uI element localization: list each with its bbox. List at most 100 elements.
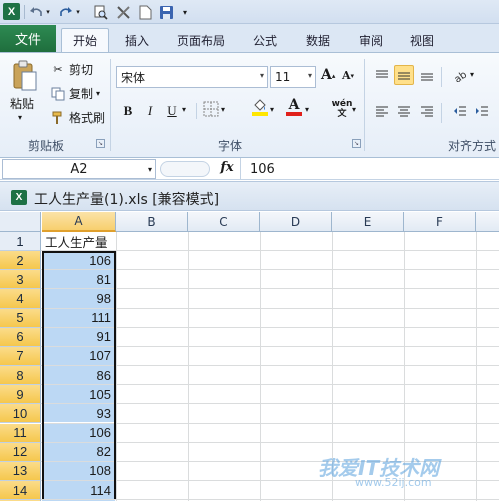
tab-formulas[interactable]: 公式 <box>243 28 287 52</box>
bold-button[interactable]: B <box>118 101 138 121</box>
align-center-icon[interactable] <box>394 101 414 121</box>
excel-logo-icon[interactable]: X <box>3 3 20 20</box>
font-color-swatch <box>286 112 302 116</box>
fill-color-dropdown-icon[interactable]: ▾ <box>270 105 274 114</box>
borders-button[interactable] <box>203 101 219 117</box>
cut-button[interactable]: ✂ 剪切 <box>50 61 93 78</box>
row-header-4[interactable]: 4 <box>0 289 41 309</box>
font-color-button[interactable]: A <box>286 98 302 116</box>
fill-color-swatch <box>252 112 268 116</box>
paste-button[interactable]: 粘贴 <box>10 95 34 112</box>
formula-input[interactable]: 106 <box>240 158 499 180</box>
orientation-dropdown-icon[interactable]: ▾ <box>470 70 474 79</box>
name-box[interactable]: A2 ▾ <box>2 159 156 179</box>
formula-bar: A2 ▾ fx 106 <box>0 158 499 180</box>
underline-dropdown-icon[interactable]: ▾ <box>182 105 186 114</box>
grow-font-button[interactable]: A ▴ <box>321 67 335 83</box>
row-header-12[interactable]: 12 <box>0 442 41 462</box>
tab-data[interactable]: 数据 <box>296 28 340 52</box>
paste-dropdown-icon[interactable]: ▾ <box>18 113 22 122</box>
header-cell-a1[interactable]: 工人生产量 <box>42 232 115 250</box>
column-header-d[interactable]: D <box>260 212 332 232</box>
select-all-corner[interactable] <box>0 212 41 232</box>
clipboard-launcher-icon[interactable]: ↘ <box>96 139 105 148</box>
tab-view[interactable]: 视图 <box>402 28 442 52</box>
qat-separator <box>24 5 25 19</box>
column-header-e[interactable]: E <box>332 212 404 232</box>
workbook-title-bar: X 工人生产量(1).xls [兼容模式] <box>0 181 499 211</box>
phonetic-guide-button[interactable]: wén 文 <box>330 99 354 119</box>
shrink-font-button[interactable]: A ▾ <box>342 69 354 82</box>
column-header-g[interactable] <box>476 212 499 232</box>
insert-function-icon[interactable]: fx <box>218 160 236 178</box>
new-document-icon[interactable] <box>137 3 153 21</box>
font-color-dropdown-icon[interactable]: ▾ <box>305 105 309 114</box>
align-separator <box>441 67 442 87</box>
format-painter-label: 格式刷 <box>69 111 106 125</box>
align-middle-icon[interactable] <box>394 65 414 85</box>
column-header-b[interactable]: B <box>116 212 188 232</box>
ribbon-home: 粘贴 ▾ ✂ 剪切 复制 ▾ 格式刷 剪贴板 ↘ 宋体 ▾ 11 ▾ A ▴ A ▾… <box>0 52 499 158</box>
column-header-a[interactable]: A <box>42 212 116 232</box>
copy-icon <box>50 86 66 102</box>
borders-dropdown-icon[interactable]: ▾ <box>221 105 225 114</box>
workbook-excel-icon[interactable]: X <box>11 190 27 205</box>
row-header-10[interactable]: 10 <box>0 404 41 424</box>
decrease-indent-icon[interactable] <box>450 101 470 121</box>
increase-indent-icon[interactable] <box>472 101 492 121</box>
align-left-icon[interactable] <box>372 101 392 121</box>
tab-page-layout[interactable]: 页面布局 <box>168 28 234 52</box>
customize-tools-icon[interactable] <box>115 3 131 21</box>
print-preview-icon[interactable] <box>92 3 108 21</box>
qat-customize-dropdown-icon[interactable]: ▾ <box>180 3 190 21</box>
redo-icon[interactable] <box>58 3 74 21</box>
font-size-value: 11 <box>275 70 291 84</box>
align-right-icon[interactable] <box>417 101 437 121</box>
scissors-icon: ✂ <box>53 63 63 76</box>
copy-button[interactable]: 复制 ▾ <box>50 85 100 102</box>
orientation-icon[interactable]: ab <box>450 65 470 85</box>
font-launcher-icon[interactable]: ↘ <box>352 139 361 148</box>
phonetic-dropdown-icon[interactable]: ▾ <box>352 105 356 114</box>
undo-dropdown-icon[interactable]: ▾ <box>44 3 52 21</box>
row-header-14[interactable]: 14 <box>0 480 41 501</box>
alignment-group-label: 对齐方式 <box>448 139 497 153</box>
paste-icon[interactable] <box>10 59 40 93</box>
row-header-3[interactable]: 3 <box>0 270 41 290</box>
copy-dropdown-icon[interactable]: ▾ <box>96 89 100 98</box>
group-separator <box>110 59 111 151</box>
italic-button[interactable]: I <box>140 101 160 121</box>
row-header-11[interactable]: 11 <box>0 423 41 443</box>
row-header-1[interactable]: 1 <box>0 232 41 252</box>
font-size-dropdown-icon[interactable]: ▾ <box>308 71 312 80</box>
align-bottom-icon[interactable] <box>417 65 437 85</box>
font-size-combo[interactable]: 11 ▾ <box>270 66 316 88</box>
tab-review[interactable]: 审阅 <box>349 28 393 52</box>
row-header-8[interactable]: 8 <box>0 366 41 386</box>
font-name-combo[interactable]: 宋体 ▾ <box>116 66 268 88</box>
column-header-c[interactable]: C <box>188 212 260 232</box>
font-name-dropdown-icon[interactable]: ▾ <box>260 71 264 80</box>
formula-bar-resize-handle[interactable] <box>160 161 210 177</box>
watermark-url: www.52ij.com <box>355 476 432 489</box>
underline-button[interactable]: U <box>162 101 182 121</box>
tab-insert[interactable]: 插入 <box>115 28 159 52</box>
column-header-f[interactable]: F <box>404 212 476 232</box>
fill-color-button[interactable] <box>252 99 268 116</box>
row-header-2[interactable]: 2 <box>0 251 41 271</box>
row-header-7[interactable]: 7 <box>0 346 41 367</box>
save-icon[interactable] <box>158 3 174 21</box>
tab-home[interactable]: 开始 <box>61 28 109 52</box>
tab-file[interactable]: 文件 <box>0 25 56 52</box>
align-top-icon[interactable] <box>372 65 392 85</box>
row-header-5[interactable]: 5 <box>0 308 41 328</box>
name-box-dropdown-icon[interactable]: ▾ <box>148 165 152 174</box>
format-painter-button[interactable]: 格式刷 <box>50 109 105 126</box>
undo-icon[interactable] <box>28 3 44 21</box>
paste-label: 粘贴 <box>10 97 35 111</box>
row-header-13[interactable]: 13 <box>0 461 41 481</box>
row-header-9[interactable]: 9 <box>0 385 41 405</box>
row-header-6[interactable]: 6 <box>0 327 41 347</box>
redo-dropdown-icon[interactable]: ▾ <box>74 3 82 21</box>
cut-label: 剪切 <box>69 63 94 77</box>
